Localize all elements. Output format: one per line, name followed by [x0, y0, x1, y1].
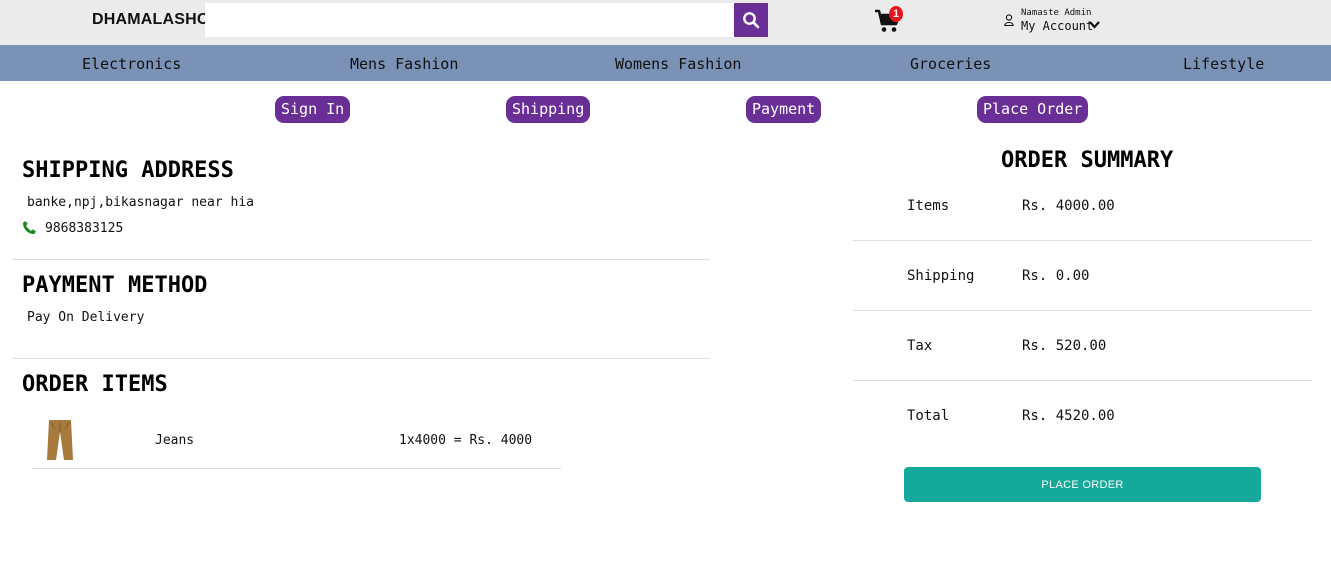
search-icon [743, 12, 760, 29]
category-electronics[interactable]: Electronics [82, 55, 181, 73]
divider [32, 468, 561, 469]
chevron-down-icon[interactable] [1089, 20, 1100, 29]
divider [853, 310, 1312, 311]
top-header: DHAMALASHOP 1 Namaste Admin My Account [0, 0, 1331, 45]
order-items-title: ORDER ITEMS [22, 372, 168, 397]
step-payment[interactable]: Payment [746, 96, 822, 123]
category-womens-fashion[interactable]: Womens Fashion [615, 55, 741, 73]
divider [853, 240, 1312, 241]
search-button[interactable] [734, 3, 768, 37]
phone-icon [23, 221, 36, 234]
summary-items-label: Items [907, 198, 950, 214]
brand-logo[interactable]: DHAMALASHOP [92, 11, 220, 29]
shipping-address: banke,npj,bikasnagar near hia [27, 195, 254, 210]
summary-total-value: Rs. 4520.00 [1022, 408, 1115, 424]
payment-title: PAYMENT METHOD [22, 273, 208, 298]
summary-total-label: Total [907, 408, 950, 424]
divider [12, 358, 710, 359]
summary-shipping-label: Shipping [907, 268, 975, 284]
step-sign-in[interactable]: Sign In [275, 96, 351, 123]
cart-count-badge: 1 [889, 6, 903, 22]
step-shipping[interactable]: Shipping [506, 96, 591, 123]
shipping-phone: 9868383125 [45, 221, 124, 236]
category-groceries[interactable]: Groceries [910, 55, 991, 73]
divider [12, 259, 710, 260]
step-place-order[interactable]: Place Order [977, 96, 1089, 123]
category-mens-fashion[interactable]: Mens Fashion [350, 55, 458, 73]
item-name[interactable]: Jeans [155, 433, 194, 448]
account-greeting: Namaste Admin [1021, 8, 1092, 18]
place-order-button[interactable]: PLACE ORDER [904, 467, 1261, 502]
summary-items-value: Rs. 4000.00 [1022, 198, 1115, 214]
payment-method: Pay On Delivery [27, 310, 145, 325]
summary-tax-value: Rs. 520.00 [1022, 338, 1107, 354]
item-price-line: 1x4000 = Rs. 4000 [399, 433, 533, 448]
my-account-label[interactable]: My Account [1021, 19, 1093, 33]
category-lifestyle[interactable]: Lifestyle [1183, 55, 1264, 73]
search-input[interactable] [205, 3, 735, 37]
divider [853, 380, 1312, 381]
summary-shipping-value: Rs. 0.00 [1022, 268, 1090, 284]
user-icon [1004, 14, 1014, 26]
category-nav: Electronics Mens Fashion Womens Fashion … [0, 45, 1331, 81]
order-summary-title: ORDER SUMMARY [1001, 148, 1174, 173]
product-image-jeans[interactable] [45, 420, 75, 460]
summary-tax-label: Tax [907, 338, 933, 354]
shipping-title: SHIPPING ADDRESS [22, 158, 234, 183]
